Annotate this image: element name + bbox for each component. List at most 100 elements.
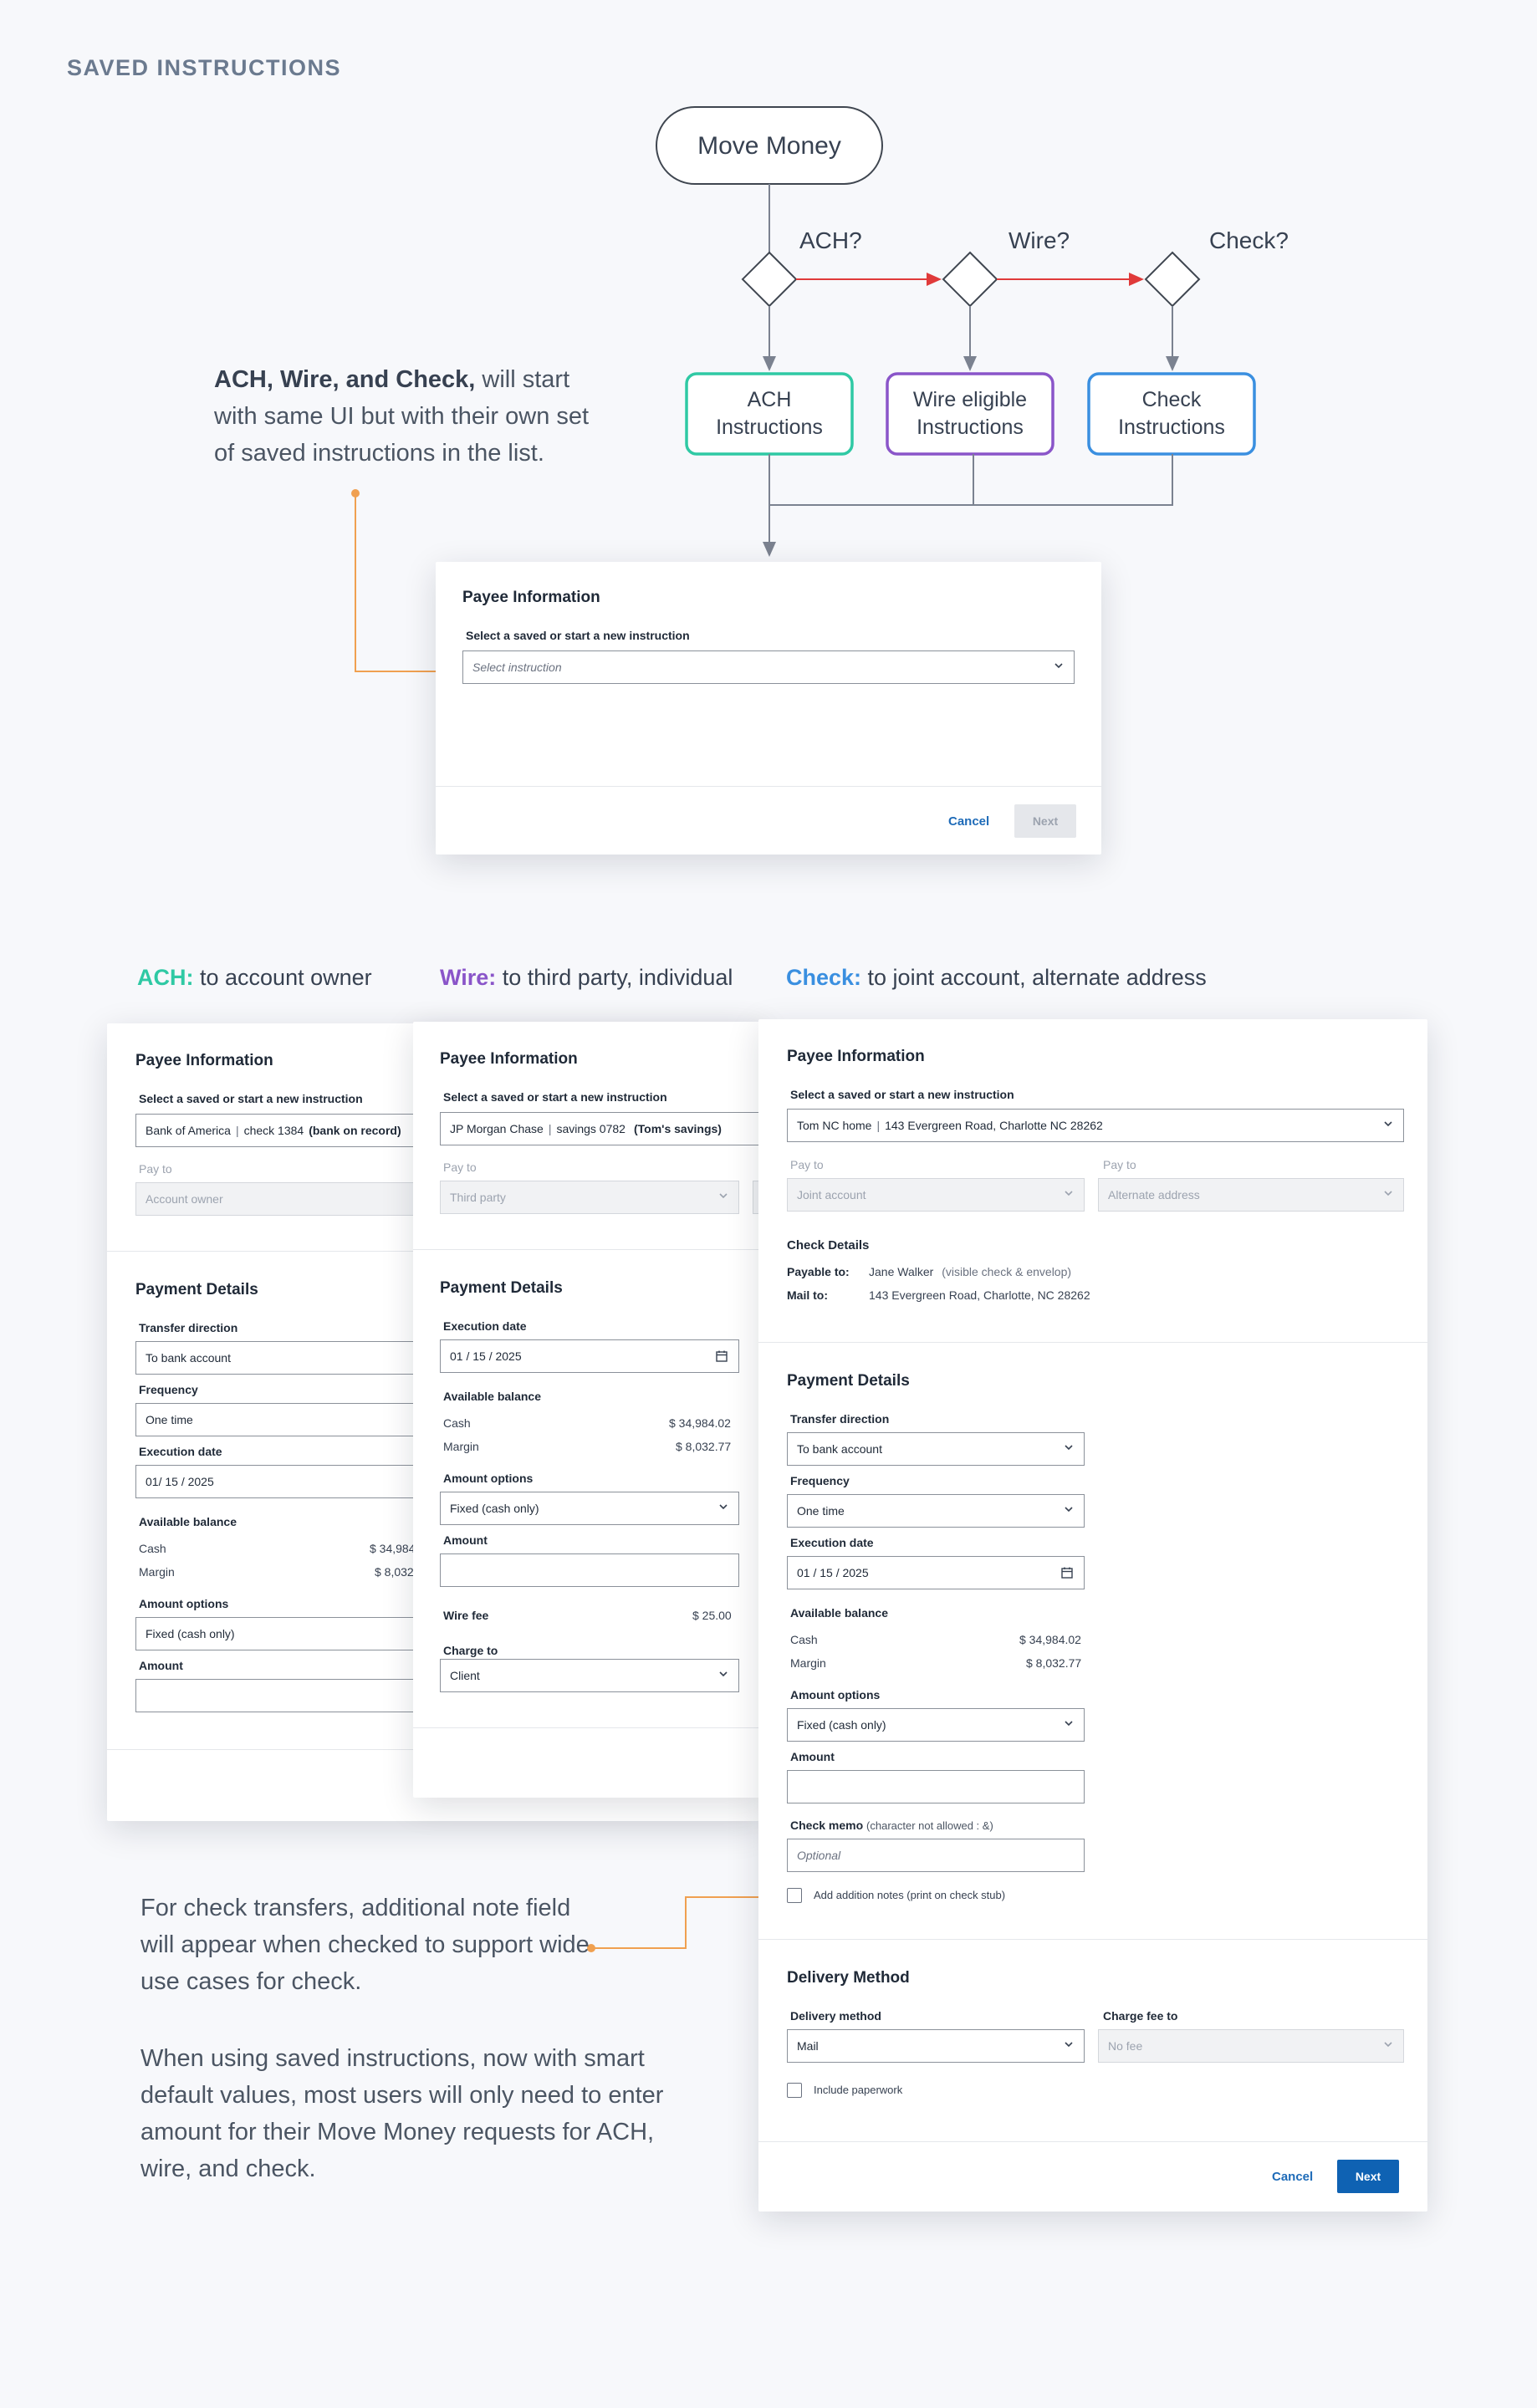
chevron-down-icon (719, 1671, 728, 1677)
payable-name: Jane Walker (869, 1265, 934, 1278)
select-label: Select a saved or start a new instructio… (443, 1090, 667, 1104)
cash-value: $ 34,984.02 (1019, 1633, 1081, 1646)
payee-title: Payee Information (787, 1048, 925, 1065)
section-divider-2 (758, 1939, 1427, 1940)
amount-opts-label: Amount options (790, 1688, 881, 1701)
fee-label: Charge fee to (1103, 2009, 1178, 2023)
frequency-value: One time (797, 1504, 845, 1518)
pay-to-select[interactable]: Joint account (787, 1178, 1085, 1212)
alt-address-select[interactable]: Alternate address (1098, 1178, 1404, 1212)
balance-label: Available balance (790, 1606, 888, 1620)
chevron-down-icon (1065, 1507, 1073, 1513)
sel-acct: savings 0782 (556, 1122, 626, 1135)
margin-value: $ 8,032.77 (676, 1440, 732, 1453)
paperwork-checkbox[interactable] (787, 2083, 802, 2098)
add-notes-checkbox[interactable] (787, 1888, 802, 1903)
label-ach: ACH: to account owner (137, 965, 372, 991)
exec-label: Execution date (443, 1319, 527, 1333)
memo-label-text: Check memo (790, 1819, 864, 1832)
charge-select[interactable]: Client (440, 1659, 739, 1692)
amount-label: Amount (139, 1659, 183, 1672)
payment-title: Payment Details (135, 1281, 258, 1298)
cash-label: Cash (790, 1633, 818, 1646)
cancel-button[interactable]: Cancel (948, 814, 989, 829)
select-instruction[interactable]: Tom NC home | 143 Evergreen Road, Charlott… (787, 1109, 1404, 1142)
label-ach-rest: to account owner (193, 965, 372, 990)
decision-wire (942, 251, 998, 308)
select-label: Select a saved or start a new instructio… (790, 1088, 1014, 1101)
transfer-label: Transfer direction (790, 1412, 890, 1426)
frequency-select[interactable]: One time (787, 1494, 1085, 1528)
check-question: Check? (1209, 227, 1289, 253)
exec-date-input[interactable]: 01 / 15 / 2025 (440, 1339, 739, 1373)
label-wire: Wire: to third party, individual (440, 965, 733, 991)
frequency-label: Frequency (790, 1474, 850, 1487)
label-check: Check: to joint account, alternate addre… (786, 965, 1207, 991)
select-label: Select a saved or start a new instructio… (139, 1092, 363, 1105)
amount-input[interactable] (787, 1770, 1085, 1803)
pay-to-select[interactable]: Third party (440, 1181, 739, 1214)
amount-opts-value: Fixed (cash only) (797, 1718, 886, 1732)
amount-input[interactable] (440, 1553, 739, 1587)
amount-label: Amount (790, 1750, 835, 1763)
mail-label: Mail to: (787, 1288, 828, 1302)
payable-note: (visible check & envelop) (942, 1265, 1072, 1278)
decision-check (1144, 251, 1201, 308)
transfer-select[interactable]: To bank account (787, 1432, 1085, 1466)
fee-select[interactable]: No fee (1098, 2029, 1404, 2063)
next-button[interactable]: Next (1337, 2160, 1399, 2193)
amount-opts-select[interactable]: Fixed (cash only) (787, 1708, 1085, 1742)
page-title: SAVED INSTRUCTIONS (67, 55, 342, 80)
select-instruction[interactable]: Select instruction (462, 650, 1075, 684)
label-check-rest: to joint account, alternate address (861, 965, 1207, 990)
exec-date-input[interactable]: 01 / 15 / 2025 (787, 1556, 1085, 1589)
panel-title: Payee Information (462, 589, 600, 606)
charge-label: Charge to (443, 1644, 498, 1657)
chevron-down-icon (1065, 1191, 1073, 1196)
select-instruction[interactable]: JP Morgan Chase | savings 0782 (Tom's savin… (440, 1112, 764, 1145)
sel-name: Tom NC home (797, 1119, 872, 1132)
balance-label: Available balance (139, 1515, 237, 1528)
calendar-icon (1061, 1567, 1073, 1579)
cash-label: Cash (443, 1416, 471, 1430)
section-divider (413, 1249, 764, 1250)
note-saved-instructions: ACH, Wire, and Check, will start with sa… (214, 361, 615, 472)
frequency-label: Frequency (139, 1383, 198, 1396)
delivery-value: Mail (797, 2039, 819, 2053)
note-check-transfers: For check transfers, additional note fie… (140, 1895, 590, 1995)
pay-to-value: Joint account (797, 1188, 866, 1201)
alt-label: Pay to (1103, 1158, 1136, 1171)
cancel-button[interactable]: Cancel (1272, 2170, 1313, 2184)
chevron-down-icon (719, 1193, 728, 1199)
payee-title: Payee Information (135, 1052, 273, 1069)
chevron-down-icon (1384, 1191, 1392, 1196)
payable-value: Jane Walker (visible check & envelop) (869, 1265, 1071, 1278)
transfer-value: To bank account (797, 1442, 882, 1456)
exec-value: 01 / 15 / 2025 (797, 1566, 869, 1579)
calendar-icon (716, 1350, 728, 1362)
chevron-down-icon (1065, 2042, 1073, 2048)
exec-label: Execution date (790, 1536, 874, 1549)
amount-opts-select[interactable]: Fixed (cash only) (440, 1492, 739, 1525)
note-smart-defaults: When using saved instructions, now with … (140, 2045, 664, 2182)
margin-label: Margin (139, 1565, 175, 1579)
check-panel: Payee Information Select a saved or star… (758, 1019, 1427, 2212)
amount-label: Amount (443, 1533, 488, 1547)
margin-value: $ 8,032.77 (1026, 1656, 1082, 1670)
note-bold: ACH, Wire, and Check, (214, 366, 476, 393)
label-check-key: Check: (786, 965, 862, 990)
delivery-select[interactable]: Mail (787, 2029, 1085, 2063)
pay-to-value: Third party (450, 1191, 506, 1204)
label-ach-key: ACH: (137, 965, 194, 990)
cash-value: $ 34,984.02 (669, 1416, 731, 1430)
chevron-down-icon (1065, 1721, 1073, 1727)
sel-addr: 143 Evergreen Road, Charlotte NC 28262 (885, 1119, 1103, 1132)
check-details-title: Check Details (787, 1238, 870, 1252)
memo-input[interactable]: Optional (787, 1839, 1085, 1872)
select-placeholder: Select instruction (472, 661, 562, 674)
pay-to-label: Pay to (443, 1161, 477, 1174)
charge-value: Client (450, 1669, 480, 1682)
ach-question: ACH? (799, 227, 862, 253)
next-button[interactable]: Next (1014, 804, 1076, 838)
transfer-label: Transfer direction (139, 1321, 238, 1334)
